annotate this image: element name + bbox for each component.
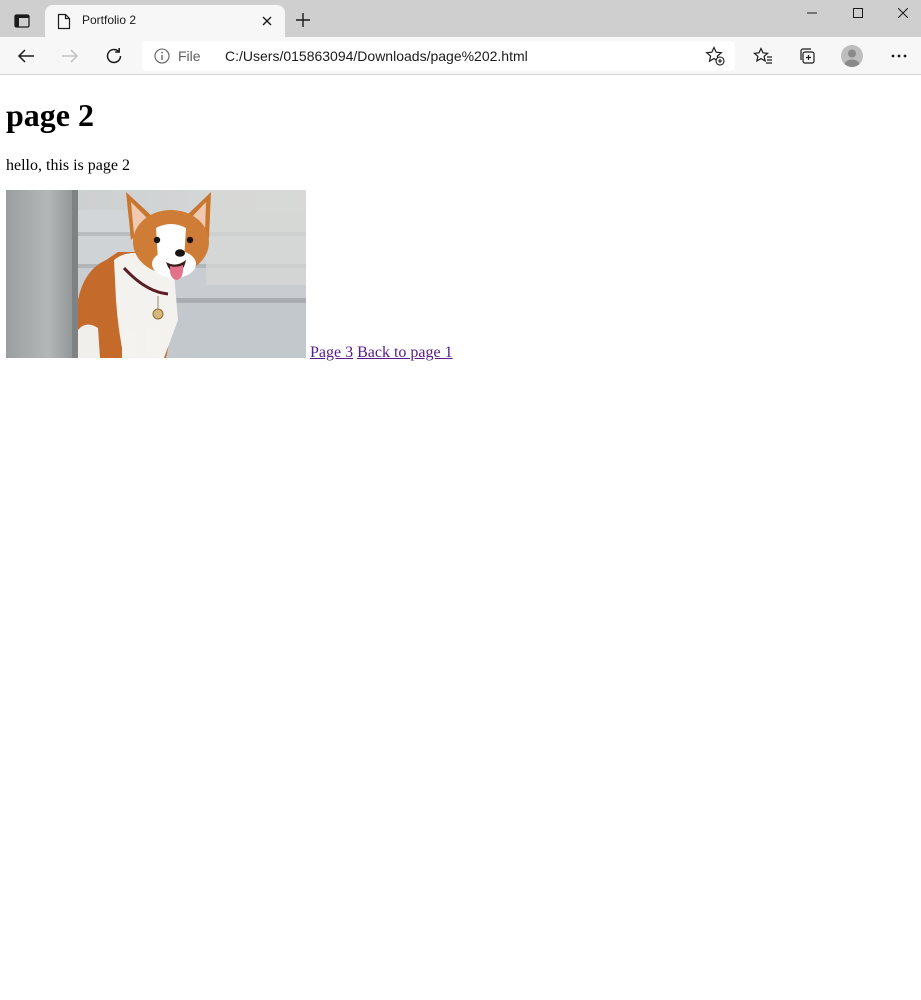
tab-active[interactable]: Portfolio 2 <box>45 5 285 37</box>
tab-title: Portfolio 2 <box>82 13 137 27</box>
page-icon <box>57 13 71 30</box>
window-close-icon <box>898 8 908 18</box>
forward-button[interactable] <box>56 42 84 70</box>
site-info-button[interactable]: File <box>154 48 201 64</box>
url-text[interactable]: C:/Users/015863094/Downloads/page%202.ht… <box>225 48 528 64</box>
tab-actions-icon <box>14 14 30 28</box>
close-icon <box>262 16 272 26</box>
plus-icon <box>296 13 310 27</box>
maximize-icon <box>853 8 863 18</box>
add-favorite-button[interactable] <box>703 44 727 68</box>
page-links: Page 3 Back to page 1 <box>310 343 453 362</box>
arrow-right-icon <box>62 49 79 63</box>
collections-button[interactable] <box>793 42 821 70</box>
favorites-icon <box>753 47 772 64</box>
back-to-page-1-link[interactable]: Back to page 1 <box>357 344 453 361</box>
tab-actions-button[interactable] <box>8 7 36 35</box>
dog-photo <box>6 190 306 358</box>
star-add-icon <box>705 46 725 66</box>
tab-close-button[interactable] <box>259 13 275 29</box>
more-icon <box>891 54 907 58</box>
refresh-icon <box>106 48 122 64</box>
refresh-button[interactable] <box>100 42 128 70</box>
more-options-button[interactable] <box>885 42 913 70</box>
minimize-icon <box>807 12 817 14</box>
minimize-button[interactable] <box>789 0 835 26</box>
avatar <box>841 45 863 67</box>
site-info-label: File <box>178 48 201 64</box>
page-heading: page 2 <box>6 97 94 133</box>
arrow-left-icon <box>17 49 34 63</box>
back-button[interactable] <box>12 42 40 70</box>
collections-icon <box>800 48 815 64</box>
profile-button[interactable] <box>838 42 866 70</box>
info-icon <box>154 48 170 64</box>
favorites-button[interactable] <box>749 42 777 70</box>
intro-paragraph: hello, this is page 2 <box>6 157 130 174</box>
window-close-button[interactable] <box>880 0 921 26</box>
page-3-link[interactable]: Page 3 <box>310 344 353 361</box>
tab-strip: Portfolio 2 <box>0 0 921 37</box>
browser-toolbar: File C:/Users/015863094/Downloads/page%2… <box>0 37 921 75</box>
maximize-button[interactable] <box>835 0 881 26</box>
new-tab-button[interactable] <box>290 7 316 33</box>
address-bar[interactable]: File C:/Users/015863094/Downloads/page%2… <box>142 41 735 71</box>
page-content: page 2 hello, this is page 2 Page 3 Back… <box>0 76 921 1000</box>
